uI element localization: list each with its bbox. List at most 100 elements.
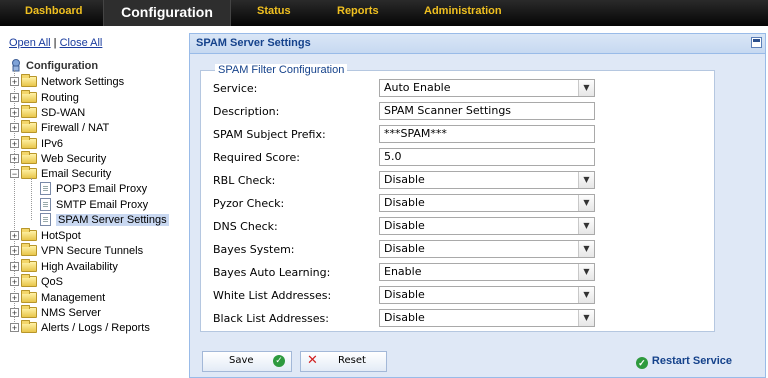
tree-item-email-security[interactable]: − Email Security xyxy=(10,166,111,181)
expand-icon[interactable]: + xyxy=(10,93,19,103)
tree-item-label-selected: SPAM Server Settings xyxy=(56,213,169,226)
save-button[interactable]: Save ✓ xyxy=(202,351,292,372)
expand-icon[interactable]: + xyxy=(10,293,19,303)
tree-item-label: NMS Server xyxy=(41,306,101,319)
open-folder-icon xyxy=(21,166,37,179)
expand-icon[interactable]: + xyxy=(10,262,19,272)
nav-dashboard[interactable]: Dashboard xyxy=(25,0,82,22)
tree-item-firewall-nat[interactable]: + Firewall / NAT xyxy=(10,120,109,135)
folder-icon xyxy=(21,105,37,118)
pyzor-check-label: Pyzor Check: xyxy=(213,197,285,210)
description-label: Description: xyxy=(213,105,280,118)
subject-prefix-label: SPAM Subject Prefix: xyxy=(213,128,326,141)
bayes-auto-learning-select[interactable]: Enable ▼ xyxy=(379,263,595,281)
collapse-icon[interactable]: − xyxy=(10,169,19,179)
bayes-system-select[interactable]: Disable ▼ xyxy=(379,240,595,258)
black-list-select[interactable]: Disable ▼ xyxy=(379,309,595,327)
tree-item-hotspot[interactable]: + HotSpot xyxy=(10,228,81,243)
tree-item-network-settings[interactable]: + Network Settings xyxy=(10,74,124,89)
restart-check-icon: ✓ xyxy=(635,357,648,369)
tree-item-pop3-email-proxy[interactable]: POP3 Email Proxy xyxy=(40,181,147,196)
service-select[interactable]: Auto Enable ▼ xyxy=(379,79,595,97)
nav-status[interactable]: Status xyxy=(257,0,291,22)
page-icon xyxy=(40,182,51,195)
nav-reports[interactable]: Reports xyxy=(337,0,379,22)
page-icon xyxy=(40,198,51,211)
required-score-label: Required Score: xyxy=(213,151,300,164)
tree-item-web-security[interactable]: + Web Security xyxy=(10,151,106,166)
folder-icon xyxy=(21,228,37,241)
white-list-label: White List Addresses: xyxy=(213,289,332,302)
tree-item-spam-server-settings[interactable]: SPAM Server Settings xyxy=(40,212,169,227)
expand-icon[interactable]: + xyxy=(10,108,19,118)
tree-item-high-availability[interactable]: + High Availability xyxy=(10,259,118,274)
folder-icon xyxy=(21,151,37,164)
tree-item-nms-server[interactable]: + NMS Server xyxy=(10,305,101,320)
tree-item-label: Firewall / NAT xyxy=(41,121,110,134)
tree-item-sd-wan[interactable]: + SD-WAN xyxy=(10,105,85,120)
select-value: Disable xyxy=(384,288,425,301)
restart-label: Restart Service xyxy=(651,355,732,367)
folder-icon xyxy=(21,305,37,318)
folder-icon xyxy=(21,290,37,303)
folder-icon xyxy=(21,243,37,256)
chevron-down-icon[interactable]: ▼ xyxy=(578,195,594,211)
tree-item-ipv6[interactable]: + IPv6 xyxy=(10,136,63,151)
subject-prefix-input[interactable]: ***SPAM*** xyxy=(379,125,595,143)
tree-item-smtp-email-proxy[interactable]: SMTP Email Proxy xyxy=(40,197,148,212)
chevron-down-icon[interactable]: ▼ xyxy=(578,241,594,257)
chevron-down-icon[interactable]: ▼ xyxy=(578,80,594,96)
restart-service-button[interactable]: ✓ Restart Service xyxy=(635,355,732,369)
folder-icon xyxy=(21,274,37,287)
expand-icon[interactable]: + xyxy=(10,123,19,133)
folder-icon xyxy=(21,120,37,133)
folder-icon xyxy=(21,259,37,272)
expand-icon[interactable]: + xyxy=(10,77,19,87)
x-icon: ✕ xyxy=(307,353,318,368)
tree-item-label: Network Settings xyxy=(41,75,125,88)
tree-item-vpn-secure-tunnels[interactable]: + VPN Secure Tunnels xyxy=(10,243,143,258)
spam-settings-panel: SPAM Server Settings SPAM Filter Configu… xyxy=(189,33,766,378)
tree-item-label: SD-WAN xyxy=(41,106,86,119)
chevron-down-icon[interactable]: ▼ xyxy=(578,287,594,303)
expand-icon[interactable]: + xyxy=(10,246,19,256)
pyzor-check-select[interactable]: Disable ▼ xyxy=(379,194,595,212)
select-value: Disable xyxy=(384,242,425,255)
expand-icon[interactable]: + xyxy=(10,277,19,287)
tree-item-qos[interactable]: + QoS xyxy=(10,274,63,289)
folder-icon xyxy=(21,320,37,333)
expand-icon[interactable]: + xyxy=(10,308,19,318)
white-list-select[interactable]: Disable ▼ xyxy=(379,286,595,304)
chevron-down-icon[interactable]: ▼ xyxy=(578,218,594,234)
tree-item-alerts-logs-reports[interactable]: + Alerts / Logs / Reports xyxy=(10,320,150,335)
panel-collapse-icon[interactable] xyxy=(751,37,762,48)
bayes-system-label: Bayes System: xyxy=(213,243,295,256)
chevron-down-icon[interactable]: ▼ xyxy=(578,264,594,280)
select-value: Disable xyxy=(384,219,425,232)
tree-item-label: SMTP Email Proxy xyxy=(56,198,149,211)
tree-item-label: HotSpot xyxy=(41,229,81,242)
reset-label: Reset xyxy=(338,355,366,366)
tree-item-routing[interactable]: + Routing xyxy=(10,90,79,105)
dns-check-select[interactable]: Disable ▼ xyxy=(379,217,595,235)
chevron-down-icon[interactable]: ▼ xyxy=(578,172,594,188)
tree-item-management[interactable]: + Management xyxy=(10,290,105,305)
tree-root-configuration[interactable]: Configuration xyxy=(10,58,98,73)
expand-icon[interactable]: + xyxy=(10,154,19,164)
tree-item-label: QoS xyxy=(41,275,64,288)
open-all-link[interactable]: Open All xyxy=(9,37,51,49)
tree-item-label: VPN Secure Tunnels xyxy=(41,244,144,257)
expand-icon[interactable]: + xyxy=(10,323,19,333)
description-input[interactable]: SPAM Scanner Settings xyxy=(379,102,595,120)
page-icon xyxy=(40,213,51,226)
nav-configuration[interactable]: Configuration xyxy=(103,0,231,26)
expand-icon[interactable]: + xyxy=(10,139,19,149)
close-all-link[interactable]: Close All xyxy=(60,37,103,49)
expand-icon[interactable]: + xyxy=(10,231,19,241)
rbl-check-select[interactable]: Disable ▼ xyxy=(379,171,595,189)
reset-button[interactable]: ✕ Reset xyxy=(300,351,387,372)
nav-administration[interactable]: Administration xyxy=(424,0,502,22)
chevron-down-icon[interactable]: ▼ xyxy=(578,310,594,326)
required-score-input[interactable]: 5.0 xyxy=(379,148,595,166)
tree-item-label: Alerts / Logs / Reports xyxy=(41,321,150,334)
